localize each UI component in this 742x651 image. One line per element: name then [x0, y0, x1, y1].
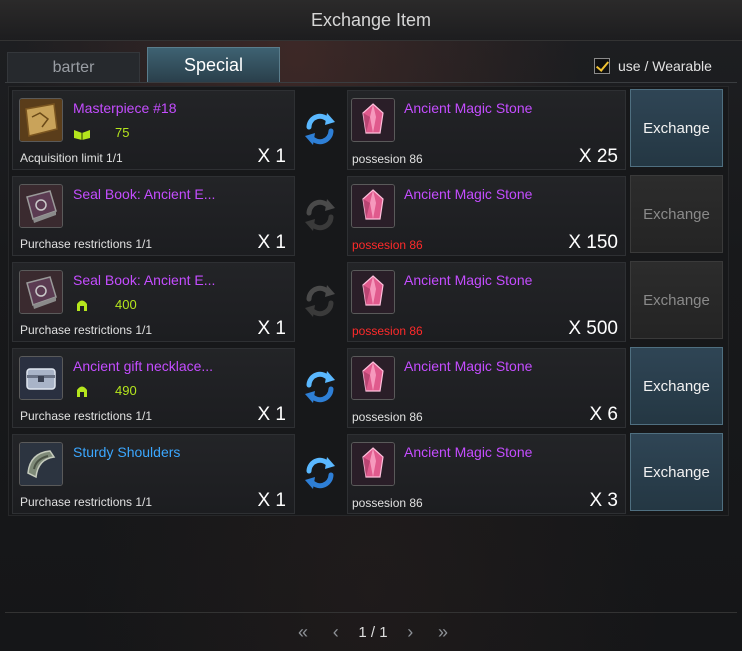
- next-page-icon[interactable]: ›: [400, 622, 420, 643]
- reward-item-slot[interactable]: Ancient gift necklace... 490 Purchase rest…: [12, 348, 295, 428]
- exchange-button[interactable]: Exchange: [630, 433, 723, 511]
- exchange-row: Ancient gift necklace... 490 Purchase rest…: [9, 345, 728, 431]
- possession-count: possesion 86: [352, 152, 423, 166]
- reward-item-slot[interactable]: Masterpiece #18 75 Acquisition limit 1/1 X …: [12, 90, 295, 170]
- use-wearable-checkbox[interactable]: [594, 58, 610, 74]
- cost-quantity: X 25: [578, 146, 618, 167]
- exchange-arrows-icon: [300, 109, 340, 149]
- exchange-row: Seal Book: Ancient E... 400 Purchase restr…: [9, 259, 728, 345]
- prev-page-icon[interactable]: ‹: [326, 622, 346, 643]
- exchange-button[interactable]: Exchange: [630, 261, 723, 339]
- magic-stone-icon[interactable]: [351, 98, 395, 142]
- exchange-arrows-icon: [300, 453, 340, 493]
- magic-stone-icon[interactable]: [351, 356, 395, 400]
- use-wearable-label: use / Wearable: [618, 58, 712, 74]
- magic-stone-icon[interactable]: [351, 184, 395, 228]
- tab-special[interactable]: Special: [147, 47, 280, 82]
- helmet-stat-icon: [73, 298, 91, 312]
- cost-quantity: X 3: [589, 490, 618, 511]
- cost-item-name: Ancient Magic Stone: [404, 186, 533, 202]
- reward-quantity: X 1: [257, 318, 286, 339]
- page-indicator: 1 / 1: [358, 623, 388, 641]
- reward-item-name: Masterpiece #18: [73, 100, 177, 116]
- purchase-limit: Purchase restrictions 1/1: [20, 495, 153, 509]
- possession-count: possesion 86: [352, 324, 423, 338]
- window-title: Exchange Item: [0, 0, 742, 41]
- cost-item-name: Ancient Magic Stone: [404, 100, 533, 116]
- exchange-list: Masterpiece #18 75 Acquisition limit 1/1 X …: [8, 86, 729, 516]
- possession-count: possesion 86: [352, 238, 423, 252]
- reward-item-slot[interactable]: Sturdy Shoulders Purchase restrictions 1/…: [12, 434, 295, 514]
- reward-quantity: X 1: [257, 146, 286, 167]
- cost-item-name: Ancient Magic Stone: [404, 272, 533, 288]
- exchange-arrows-icon: [300, 367, 340, 407]
- cost-item-name: Ancient Magic Stone: [404, 444, 533, 460]
- exchange-row: Seal Book: Ancient E... Purchase restrict…: [9, 173, 728, 259]
- reward-quantity: X 1: [257, 232, 286, 253]
- cost-item-slot[interactable]: Ancient Magic Stone possesion 86 X 500: [347, 262, 626, 342]
- magic-stone-icon[interactable]: [351, 270, 395, 314]
- exchange-arrows-icon: [300, 281, 340, 321]
- tab-divider: [5, 82, 737, 83]
- purchase-limit: Purchase restrictions 1/1: [20, 323, 153, 337]
- item-stat: 75: [73, 125, 129, 140]
- reward-item-name: Seal Book: Ancient E...: [73, 272, 216, 288]
- seal-book-icon[interactable]: [19, 184, 63, 228]
- reward-quantity: X 1: [257, 404, 286, 425]
- magic-stone-icon[interactable]: [351, 442, 395, 486]
- footer-divider: [5, 612, 737, 613]
- item-stat: 490: [73, 383, 137, 398]
- helmet-stat-icon: [73, 384, 91, 398]
- first-page-icon[interactable]: «: [293, 622, 313, 643]
- reward-item-name: Ancient gift necklace...: [73, 358, 214, 374]
- purchase-limit: Purchase restrictions 1/1: [20, 237, 153, 251]
- reward-item-slot[interactable]: Seal Book: Ancient E... Purchase restrict…: [12, 176, 295, 256]
- exchange-arrows-icon: [300, 195, 340, 235]
- exchange-row: Sturdy Shoulders Purchase restrictions 1/…: [9, 431, 728, 517]
- exchange-button[interactable]: Exchange: [630, 175, 723, 253]
- item-stat-value: 75: [115, 125, 130, 140]
- reward-item-name: Seal Book: Ancient E...: [73, 186, 216, 202]
- cost-quantity: X 500: [568, 318, 618, 339]
- purchase-limit: Purchase restrictions 1/1: [20, 409, 153, 423]
- cost-item-slot[interactable]: Ancient Magic Stone possesion 86 X 25: [347, 90, 626, 170]
- cost-item-name: Ancient Magic Stone: [404, 358, 533, 374]
- use-wearable-option[interactable]: use / Wearable: [594, 56, 712, 76]
- silver-chest-icon[interactable]: [19, 356, 63, 400]
- purchase-limit: Acquisition limit 1/1: [20, 151, 123, 165]
- seal-book-icon[interactable]: [19, 270, 63, 314]
- reward-item-slot[interactable]: Seal Book: Ancient E... 400 Purchase restr…: [12, 262, 295, 342]
- cost-item-slot[interactable]: Ancient Magic Stone possesion 86 X 6: [347, 348, 626, 428]
- tab-barter[interactable]: barter: [7, 52, 140, 82]
- checkmark-icon: [595, 58, 610, 72]
- possession-count: possesion 86: [352, 410, 423, 424]
- shoulder-armor-icon[interactable]: [19, 442, 63, 486]
- exchange-window: Exchange Item barter Special use / Weara…: [0, 0, 742, 651]
- last-page-icon[interactable]: »: [433, 622, 453, 643]
- exchange-button[interactable]: Exchange: [630, 89, 723, 167]
- reward-quantity: X 1: [257, 490, 286, 511]
- cost-quantity: X 150: [568, 232, 618, 253]
- reward-item-name: Sturdy Shoulders: [73, 444, 181, 460]
- cost-quantity: X 6: [589, 404, 618, 425]
- item-stat-value: 490: [115, 383, 137, 398]
- possession-count: possesion 86: [352, 496, 423, 510]
- treasure-map-icon[interactable]: [19, 98, 63, 142]
- item-stat-value: 400: [115, 297, 137, 312]
- cost-item-slot[interactable]: Ancient Magic Stone possesion 86 X 3: [347, 434, 626, 514]
- exchange-button[interactable]: Exchange: [630, 347, 723, 425]
- pagination: « ‹ 1 / 1 › »: [293, 620, 453, 644]
- cost-item-slot[interactable]: Ancient Magic Stone possesion 86 X 150: [347, 176, 626, 256]
- book-stat-icon: [73, 126, 91, 140]
- exchange-row: Masterpiece #18 75 Acquisition limit 1/1 X …: [9, 87, 728, 173]
- item-stat: 400: [73, 297, 137, 312]
